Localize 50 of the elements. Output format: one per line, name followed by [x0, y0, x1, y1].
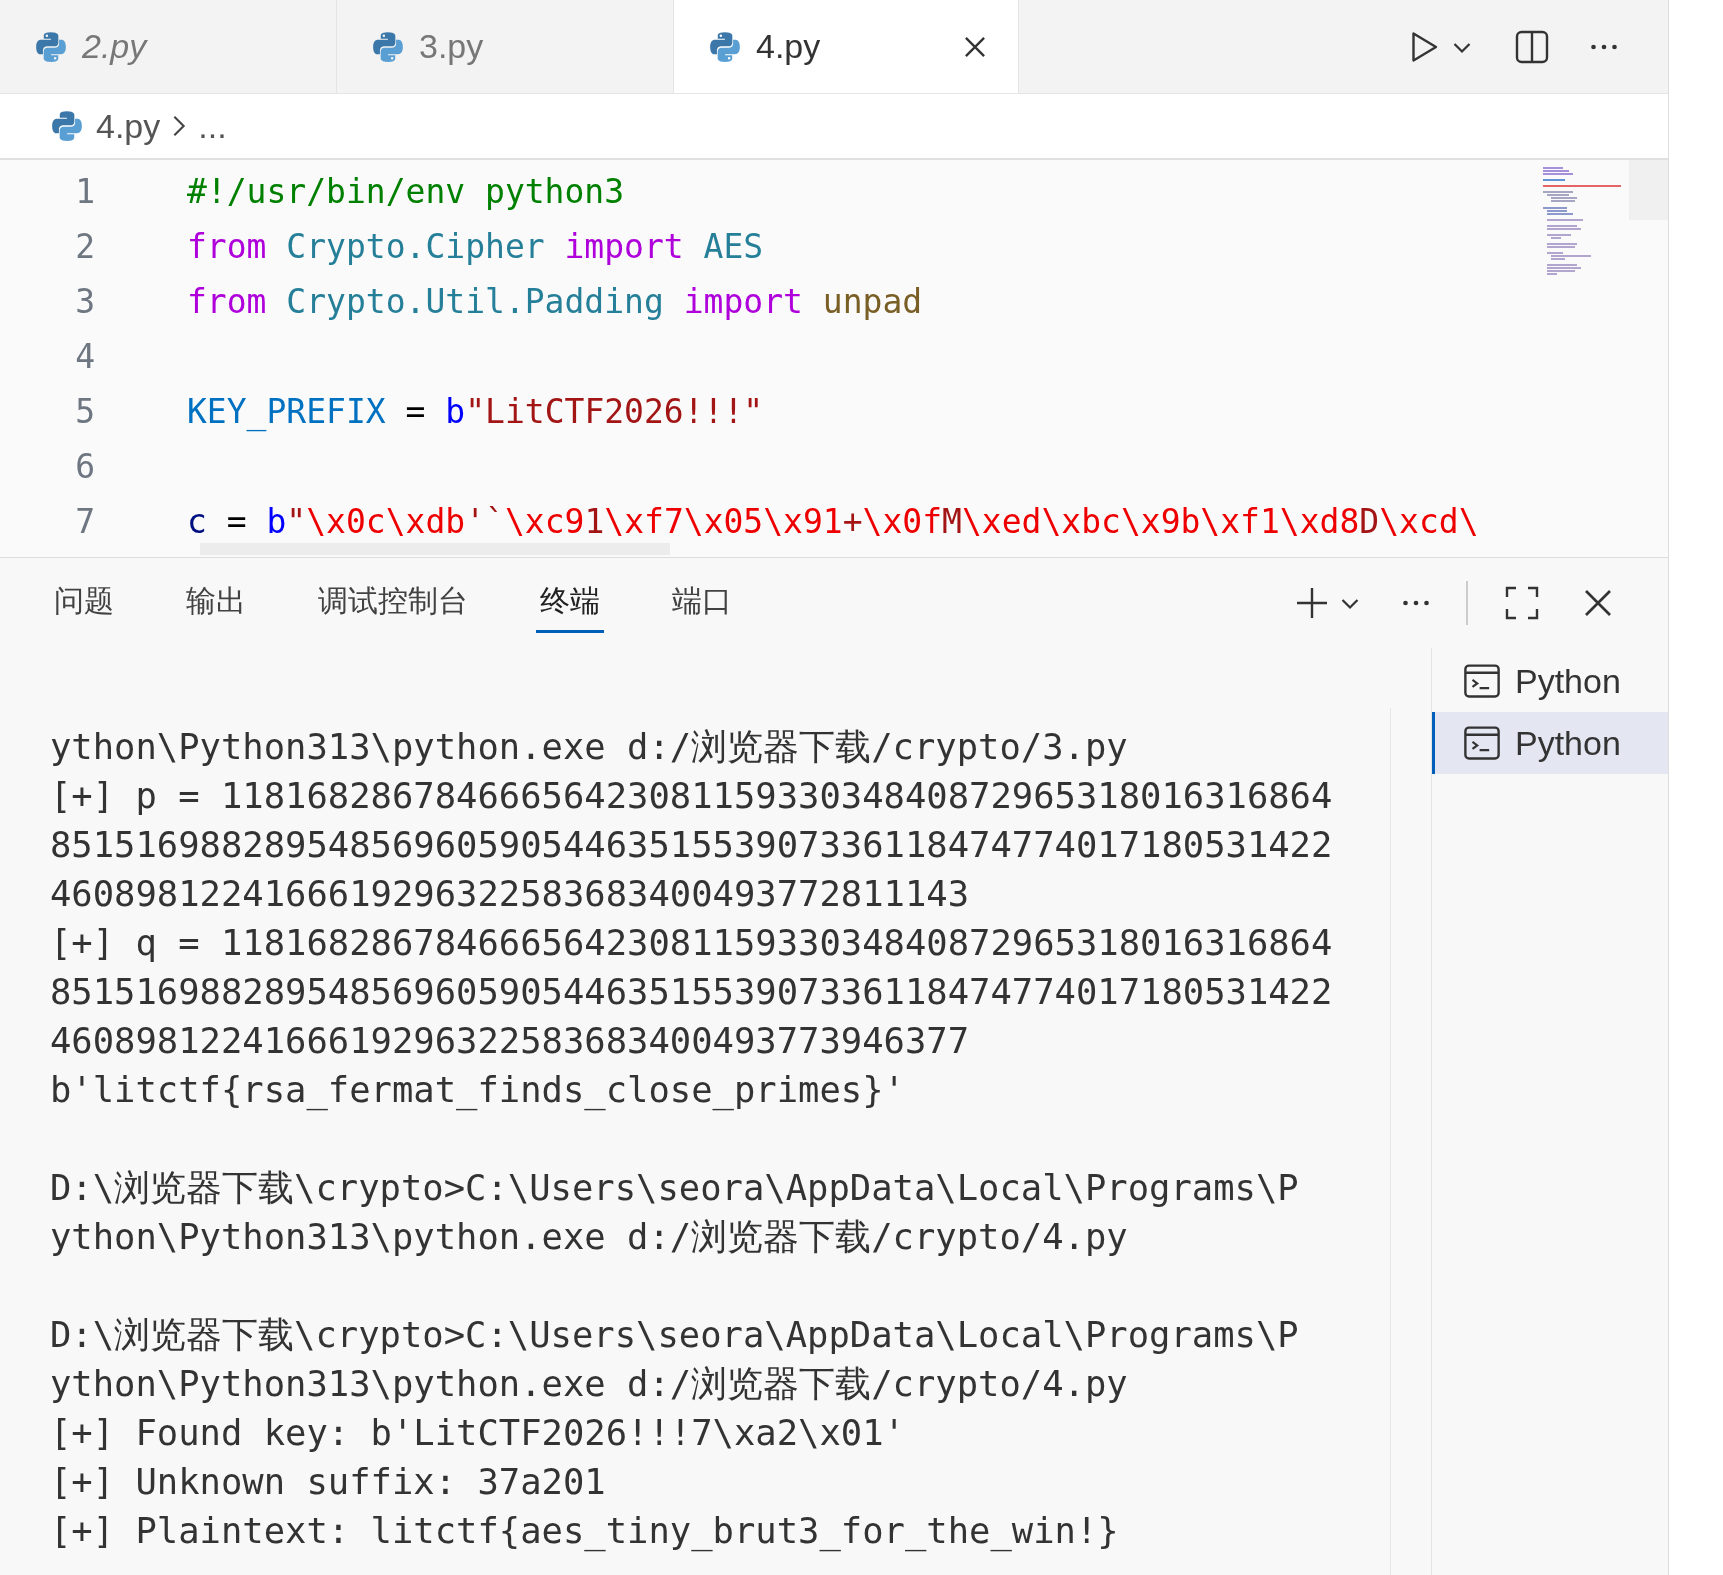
terminal-line: D:\浏览器下载\crypto>C:\Users\seora\AppData\Local\Programs\P [50, 1313, 1300, 1357]
line-number: 6 [74, 447, 95, 486]
plus-icon[interactable] [1294, 585, 1330, 621]
terminal-line: [+] Found key: b'LitCTF2026!!!7\xa2\x01' [50, 1411, 906, 1455]
code-line: from Crypto.Util.Padding import unpad [187, 282, 923, 321]
more-icon[interactable] [1402, 599, 1430, 607]
terminal-line: 4608981224166619296322583683400493772811143 [50, 872, 971, 916]
python-logo-icon [708, 29, 742, 64]
terminal-line: [+] Plaintext: litctf{aes_tiny_brut3_for_the_win!} [50, 1509, 1120, 1554]
terminal-line: 851516988289548569605905446351553907336118474774017180531422 [50, 823, 1334, 867]
breadcrumb-file[interactable]: 4.py [96, 106, 161, 146]
code-line: from Crypto.Cipher import AES [187, 227, 764, 266]
terminal-line: b'litctf{rsa_fermat_finds_close_primes}' [50, 1068, 906, 1113]
chevron-right-icon [172, 113, 187, 139]
terminal-session-item[interactable]: Python [1432, 650, 1668, 712]
line-number: 3 [74, 282, 95, 321]
terminal-line: [+] p = 1181682867846665642308115933034840872965318016316864 [50, 774, 1334, 818]
code-line: KEY_PREFIX = b"LitCTF2026!!!" [187, 392, 764, 431]
maximize-icon[interactable] [1504, 585, 1540, 621]
terminal-line: 4608981224166619296322583683400493773946377 [50, 1019, 971, 1063]
panel-tab[interactable]: 调试控制台 [314, 573, 472, 633]
terminal-line: [+] Unknown suffix: 37a201 [50, 1460, 607, 1504]
line-number: 5 [74, 392, 95, 431]
line-number: 1 [74, 172, 95, 211]
line-number: 7 [74, 502, 95, 541]
editor-tab[interactable]: 4.py [674, 0, 1019, 93]
python-logo-icon [34, 29, 68, 64]
line-number: 4 [74, 337, 95, 376]
more-icon[interactable] [1590, 42, 1618, 51]
terminal-icon [1463, 662, 1501, 700]
editor-tab[interactable]: 2.py [0, 0, 337, 93]
terminal-line: 851516988289548569605905446351553907336118474774017180531422 [50, 970, 1334, 1014]
panel-tab[interactable]: 端口 [668, 573, 736, 633]
panel-tab[interactable]: 终端 [536, 573, 604, 633]
panel-tab[interactable]: 问题 [50, 573, 118, 633]
code-line: #!/usr/bin/env python3 [187, 172, 625, 211]
vertical-scrollbar[interactable] [1629, 160, 1668, 220]
breadcrumb-more[interactable]: ... [198, 106, 227, 146]
terminal-session-item[interactable]: Python [1432, 712, 1668, 774]
terminal-line: ython\Python313\python.exe d:/浏览器下载/crypto/3.py [50, 725, 1129, 769]
terminal-line: D:\浏览器下载\crypto>C:\Users\seora\AppData\Local\Programs\P [50, 1166, 1300, 1210]
terminal-line: ython\Python313\python.exe d:/浏览器下载/crypto/4.py [50, 1215, 1129, 1259]
code-line: c = b"\x0c\xdb'`\xc91\xf7\x05\x91+\x0fM\xed\xbc\x9b\xf1\xd8D\xcd\ [187, 502, 1479, 541]
line-number: 2 [74, 227, 95, 266]
terminal-line: ython\Python313\python.exe d:/浏览器下载/crypto/4.py [50, 1362, 1129, 1406]
terminal-line: [+] q = 1181682867846665642308115933034840872965318016316864 [50, 921, 1334, 965]
terminal-icon [1463, 724, 1501, 762]
python-logo-icon [50, 109, 84, 143]
python-logo-icon [371, 29, 405, 64]
panel-tab[interactable]: 输出 [182, 573, 250, 633]
